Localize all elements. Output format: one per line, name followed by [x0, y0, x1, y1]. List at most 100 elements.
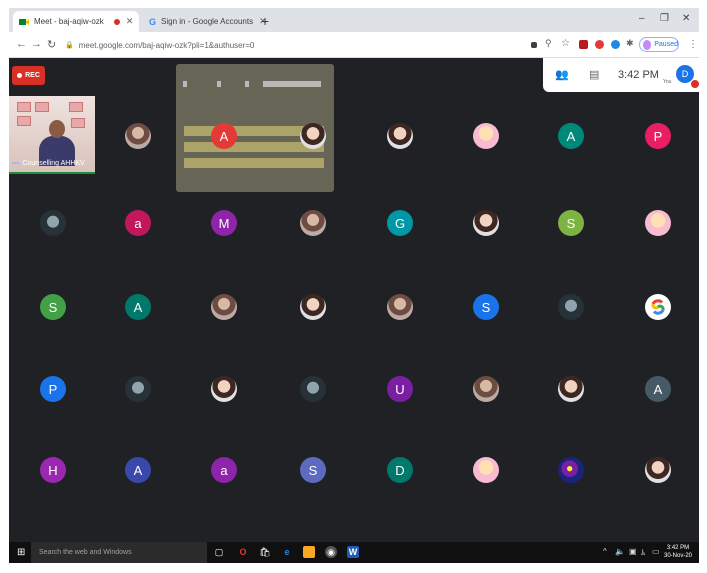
participant-avatar[interactable]: S [40, 294, 66, 320]
chrome-icon[interactable]: ◉ [325, 546, 337, 558]
taskbar-date: 30-Nov-20 [664, 553, 693, 559]
participant-avatar[interactable]: S [300, 457, 326, 483]
extension-icon[interactable] [611, 40, 620, 49]
notification-badge [691, 80, 699, 88]
participant-avatar-photo[interactable] [645, 210, 671, 236]
reload-icon[interactable]: ↻ [47, 38, 56, 51]
tray-chevron-icon[interactable]: ^ [603, 547, 607, 556]
taskbar-time: 3:42 PM [666, 545, 690, 551]
participant-avatar-photo[interactable] [473, 123, 499, 149]
participant-avatar-photo[interactable] [558, 294, 584, 320]
participant-avatar[interactable]: S [558, 210, 584, 236]
tab-meet[interactable]: Meet - baj-aqiw-ozk ✕ [13, 11, 139, 32]
wall-poster [35, 102, 49, 112]
address-bar[interactable]: 🔒 meet.google.com/baj-aqiw-ozk?pli=1&aut… [65, 36, 485, 54]
camera-indicator-icon[interactable] [531, 42, 537, 48]
participant-avatar[interactable]: A [645, 376, 671, 402]
taskbar-clock[interactable]: 3:42 PM 30-Nov-20 [664, 544, 692, 560]
participant-avatar-photo[interactable] [473, 376, 499, 402]
participant-avatar-photo[interactable] [473, 457, 499, 483]
new-tab-icon[interactable]: + [261, 13, 269, 29]
back-icon[interactable]: ← [16, 38, 27, 50]
forward-icon[interactable]: → [31, 38, 42, 50]
overlay-row [184, 158, 324, 168]
google-logo-avatar[interactable] [645, 294, 671, 320]
participant-avatar-photo[interactable] [387, 294, 413, 320]
participant-avatar-photo[interactable] [300, 294, 326, 320]
wall-poster [69, 102, 83, 112]
record-dot-icon [17, 73, 23, 78]
tab-meet-title: Meet - baj-aqiw-ozk [34, 17, 104, 26]
browser-toolbar: ← → ↻ 🔒 meet.google.com/baj-aqiw-ozk?pli… [9, 32, 699, 58]
participant-avatar[interactable]: A [211, 123, 237, 149]
participant-avatar-photo[interactable] [473, 210, 499, 236]
minimize-icon[interactable]: – [639, 13, 645, 24]
audio-level-icon: ▪▪▪ [12, 160, 20, 167]
chat-icon[interactable]: ▤ [589, 68, 599, 81]
participant-avatar-photo[interactable] [211, 376, 237, 402]
overlay-button[interactable] [216, 80, 222, 88]
meeting-clock: 3:42 PM [618, 69, 659, 81]
participant-avatar-photo[interactable] [300, 210, 326, 236]
participant-avatar[interactable]: U [387, 376, 413, 402]
taskbar-search-box[interactable]: Search the web and Windows [31, 542, 207, 563]
presenter-head [49, 120, 65, 138]
participant-avatar[interactable]: D [387, 457, 413, 483]
store-icon[interactable]: 🛍 [259, 546, 271, 558]
overlay-header [182, 70, 184, 76]
edge-icon[interactable]: e [281, 546, 293, 558]
browser-menu-icon[interactable]: ⋮ [688, 39, 698, 50]
overlay-button[interactable] [244, 80, 250, 88]
extensions-puzzle-icon[interactable]: ✱ [626, 38, 634, 49]
tab-sign-in-title: Sign in - Google Accounts [161, 17, 254, 26]
participant-avatar[interactable]: A [125, 457, 151, 483]
participant-avatar[interactable]: a [125, 210, 151, 236]
recording-badge: REC [12, 66, 45, 85]
windows-start-icon[interactable]: ⊞ [17, 547, 25, 558]
participant-avatar-photo[interactable] [300, 123, 326, 149]
notification-icon[interactable]: ▭ [652, 547, 660, 556]
task-view-icon[interactable]: ▢ [213, 546, 225, 558]
people-icon[interactable]: 👥 [555, 68, 569, 81]
participant-avatar-photo[interactable] [558, 376, 584, 402]
zoom-search-icon[interactable]: ⚲ [545, 38, 552, 49]
participant-avatar[interactable]: A [125, 294, 151, 320]
participant-avatar[interactable]: P [645, 123, 671, 149]
opera-icon[interactable]: O [237, 546, 249, 558]
restore-icon[interactable]: ❐ [660, 13, 669, 24]
google-multicolor-s-icon [651, 299, 665, 315]
extension-icon[interactable] [595, 40, 604, 49]
participant-avatar[interactable]: P [40, 376, 66, 402]
volume-icon[interactable]: 🔈 [615, 547, 625, 556]
participant-avatar[interactable]: G [387, 210, 413, 236]
close-window-icon[interactable]: ✕ [682, 13, 690, 24]
participant-avatar[interactable]: H [40, 457, 66, 483]
participant-avatar-photo[interactable] [387, 123, 413, 149]
extension-icon[interactable] [579, 40, 588, 49]
participant-avatar-photo[interactable] [558, 457, 584, 483]
participant-avatar[interactable]: M [211, 210, 237, 236]
participant-avatar[interactable]: A [558, 123, 584, 149]
bookmark-star-icon[interactable]: ☆ [561, 38, 570, 49]
network-icon[interactable]: ▣ [629, 547, 637, 556]
presenter-name-tag: ▪▪▪ Counselling AHHKV [12, 160, 85, 167]
presenter-video-tile[interactable]: ▪▪▪ Counselling AHHKV [9, 96, 95, 174]
profile-paused-button[interactable]: Paused [639, 37, 679, 52]
participant-avatar-photo[interactable] [645, 457, 671, 483]
file-explorer-icon[interactable] [303, 546, 315, 558]
participant-avatar[interactable]: S [473, 294, 499, 320]
close-tab-icon[interactable]: ✕ [126, 16, 134, 27]
participant-avatar-photo[interactable] [40, 210, 66, 236]
participant-avatar[interactable]: a [211, 457, 237, 483]
windows-taskbar: ⊞ Search the web and Windows ▢ O 🛍 e ◉ W… [9, 542, 699, 563]
participant-avatar-photo[interactable] [211, 294, 237, 320]
word-icon[interactable]: W [347, 546, 359, 558]
language-icon[interactable]: ﾑ [641, 547, 645, 558]
participant-avatar-photo[interactable] [300, 376, 326, 402]
tab-sign-in[interactable]: G Sign in - Google Accounts ✕ [143, 11, 267, 32]
participant-avatar-photo[interactable] [125, 123, 151, 149]
overlay-button[interactable] [182, 80, 188, 88]
screenshot-frame: Meet - baj-aqiw-ozk ✕ G Sign in - Google… [9, 8, 699, 563]
overlay-button[interactable] [262, 80, 322, 88]
participant-avatar-photo[interactable] [125, 376, 151, 402]
